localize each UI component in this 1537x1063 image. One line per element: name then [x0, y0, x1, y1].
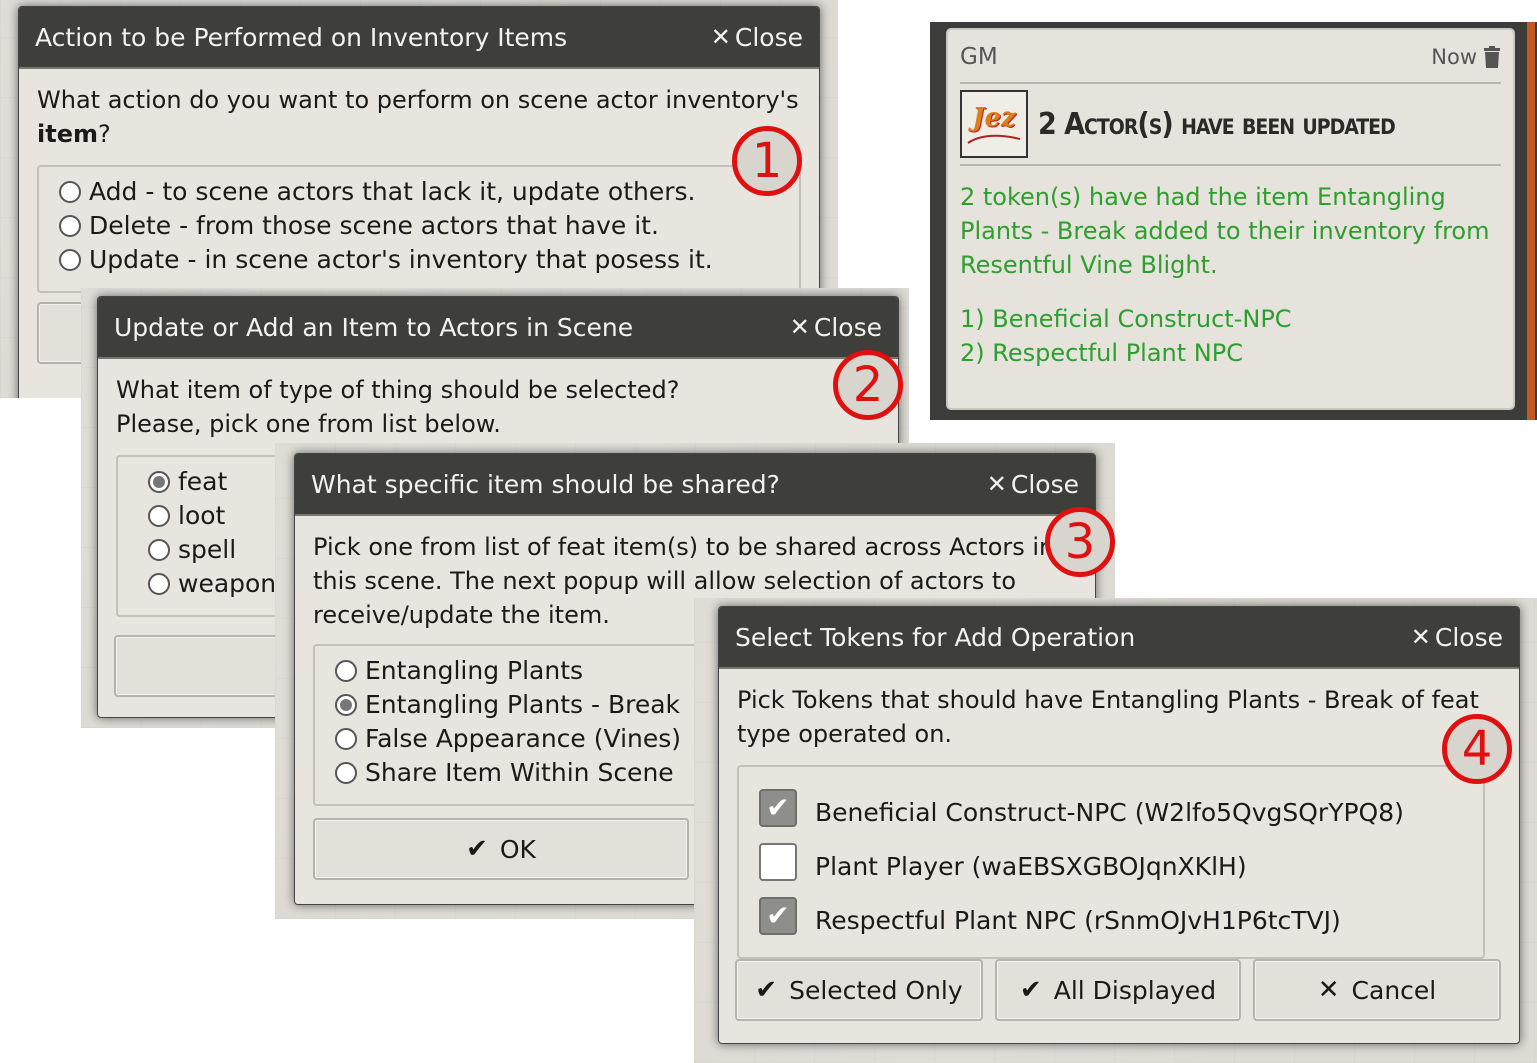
checkbox[interactable]: ✔: [759, 897, 797, 935]
option-add[interactable]: Add - to scene actors that lack it, upda…: [59, 175, 779, 209]
dialog-header: Select Tokens for Add Operation ✕ Close: [719, 607, 1519, 669]
radio-button[interactable]: [335, 728, 357, 750]
chat-log-panel: GM Now Jez 2 Actor(s) have been updated …: [930, 22, 1537, 420]
dialog4-background: Select Tokens for Add Operation ✕ Close …: [694, 598, 1537, 1063]
chat-message: GM Now Jez 2 Actor(s) have been updated …: [946, 28, 1515, 410]
ok-button[interactable]: ✔ OK: [313, 818, 689, 880]
close-icon: ✕: [986, 470, 1007, 498]
close-button[interactable]: ✕ Close: [1411, 623, 1503, 652]
dialog-prompt: What action do you want to perform on sc…: [37, 86, 799, 148]
list-item: 1) Beneficial Construct-NPC: [960, 305, 1292, 333]
radio-button[interactable]: [148, 471, 170, 493]
message-timestamp: Now: [1431, 45, 1477, 69]
cancel-button[interactable]: ✕ Cancel: [1253, 959, 1501, 1021]
token-list: ✔ Beneficial Construct-NPC (W2lfo5QvgSQr…: [737, 765, 1485, 959]
avatar: Jez: [960, 90, 1028, 158]
all-displayed-button[interactable]: ✔ All Displayed: [995, 959, 1241, 1021]
token-row[interactable]: ✔ Beneficial Construct-NPC (W2lfo5QvgSQr…: [759, 781, 1463, 835]
dialog-select-tokens: Select Tokens for Add Operation ✕ Close …: [718, 606, 1520, 1044]
dialog-body: Pick Tokens that should have Entangling …: [719, 669, 1519, 973]
radio-button[interactable]: [148, 573, 170, 595]
dialog-header: Update or Add an Item to Actors in Scene…: [98, 297, 898, 359]
avatar-logo: Jez: [972, 103, 1016, 133]
dialog-prompt: Pick Tokens that should have Entangling …: [737, 686, 1479, 748]
close-icon: ✕: [710, 23, 731, 51]
dialog-title: Select Tokens for Add Operation: [735, 622, 1136, 652]
dialog-title: Update or Add an Item to Actors in Scene: [114, 312, 634, 342]
dialog-prompt: What item of type of thing should be sel…: [116, 376, 680, 438]
step-badge-4: 4: [1442, 714, 1512, 784]
avatar-swoosh: [967, 134, 1021, 144]
step-badge-1: 1: [732, 126, 802, 196]
radio-button[interactable]: [335, 660, 357, 682]
dialog-header: What specific item should be shared? ✕ C…: [295, 454, 1095, 516]
radio-button[interactable]: [59, 181, 81, 203]
dialog-title: Action to be Performed on Inventory Item…: [35, 22, 568, 52]
radio-button[interactable]: [59, 249, 81, 271]
trash-icon[interactable]: [1483, 46, 1501, 68]
token-row[interactable]: Plant Player (waEBSXGBOJqnXKlH): [759, 835, 1463, 889]
dialog-title: What specific item should be shared?: [311, 469, 780, 499]
checkmark-icon: ✔: [766, 899, 790, 932]
checkbox[interactable]: [759, 843, 797, 881]
message-sender: GM: [960, 44, 998, 70]
option-delete[interactable]: Delete - from those scene actors that ha…: [59, 209, 779, 243]
radio-button[interactable]: [148, 539, 170, 561]
close-icon: ✕: [1410, 623, 1431, 651]
close-button[interactable]: ✕ Close: [711, 23, 803, 52]
close-button[interactable]: ✕ Close: [987, 470, 1079, 499]
checkbox[interactable]: ✔: [759, 789, 797, 827]
close-icon: ✕: [1317, 975, 1340, 1005]
checkmark-icon: ✔: [766, 791, 790, 824]
checkmark-icon: ✔: [755, 975, 778, 1005]
options-group: Add - to scene actors that lack it, upda…: [37, 165, 801, 293]
scrollbar[interactable]: [1527, 22, 1535, 420]
checkmark-icon: ✔: [466, 834, 488, 864]
step-badge-3: 3: [1045, 507, 1115, 577]
close-icon: ✕: [789, 313, 810, 341]
radio-button[interactable]: [335, 762, 357, 784]
dialog-body: What action do you want to perform on sc…: [19, 69, 819, 307]
message-meta: Now: [1431, 45, 1501, 69]
card-content: 2 token(s) have had the item Entangling …: [948, 166, 1513, 384]
option-update[interactable]: Update - in scene actor's inventory that…: [59, 243, 779, 277]
card-header: Jez 2 Actor(s) have been updated: [960, 82, 1501, 166]
double-check-icon: ✔: [1019, 975, 1042, 1005]
radio-button[interactable]: [335, 694, 357, 716]
message-header: GM Now: [948, 30, 1513, 74]
token-row[interactable]: ✔ Respectful Plant NPC (rSnmOJvH1P6tcTVJ…: [759, 889, 1463, 943]
card-title: 2 Actor(s) have been updated: [1038, 106, 1396, 142]
list-item: 2) Respectful Plant NPC: [960, 339, 1243, 367]
close-button[interactable]: ✕ Close: [790, 313, 882, 342]
dialog-header: Action to be Performed on Inventory Item…: [19, 7, 819, 69]
radio-button[interactable]: [59, 215, 81, 237]
radio-button[interactable]: [148, 505, 170, 527]
step-badge-2: 2: [833, 350, 903, 420]
selected-only-button[interactable]: ✔ Selected Only: [735, 959, 983, 1021]
